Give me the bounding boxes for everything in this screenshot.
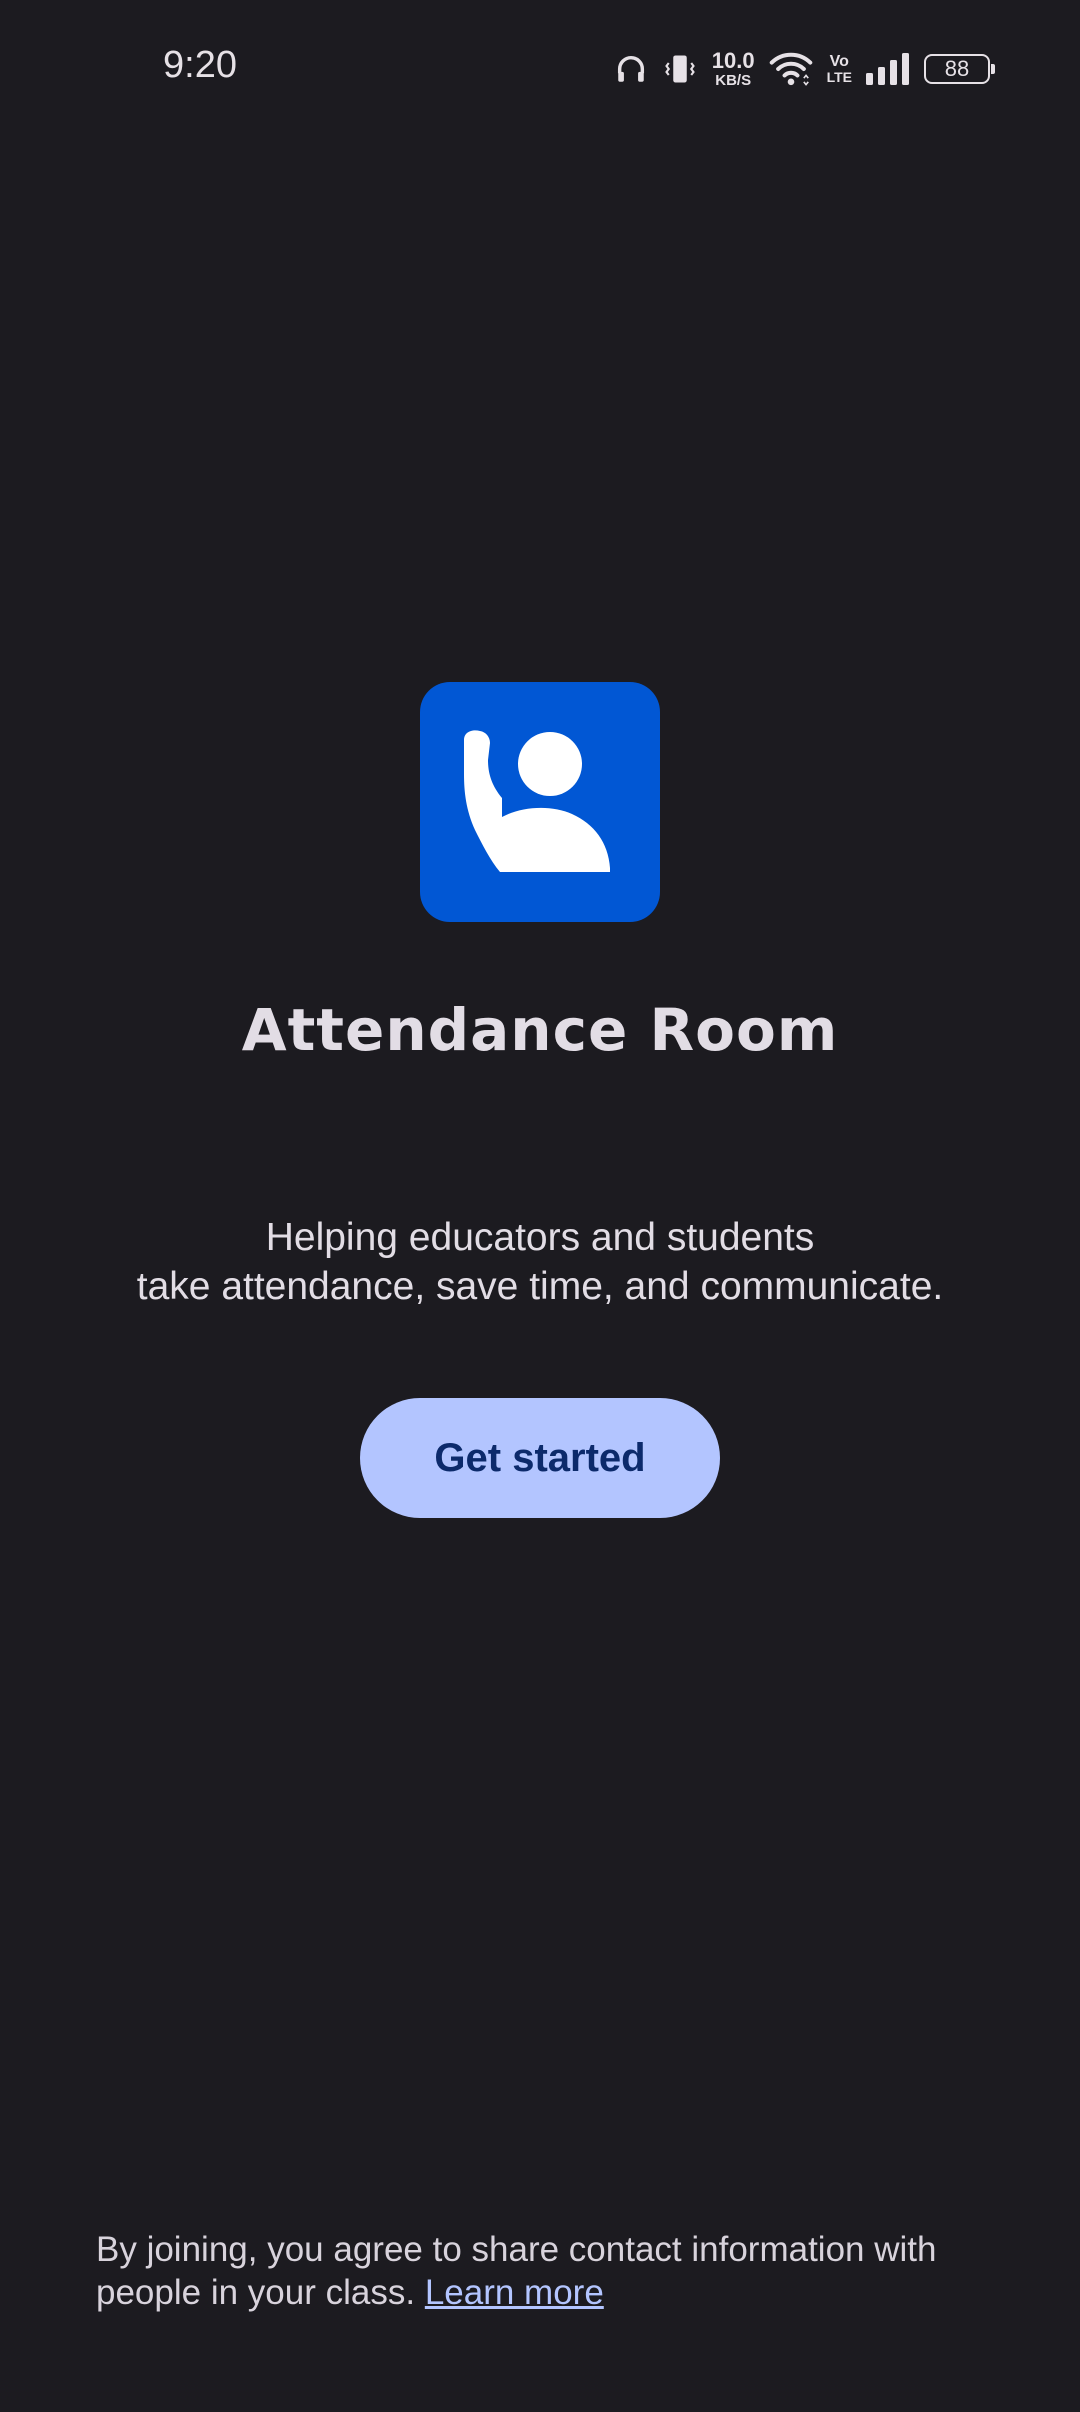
consent-footer: By joining, you agree to share contact i…: [96, 2228, 996, 2314]
headphones-icon: [614, 52, 648, 86]
volte-bottom: LTE: [826, 69, 852, 85]
app-title: Attendance Room: [241, 996, 839, 1064]
network-speed: 10.0 KB/S: [711, 48, 755, 89]
status-bar: 9:20 10.0 KB/S Vo LTE 88: [0, 0, 1080, 140]
onboarding-screen: 9:20 10.0 KB/S Vo LTE 88 Attendance Room…: [0, 0, 1080, 2412]
tagline: Helping educators and students take atte…: [0, 1213, 1080, 1311]
wifi-icon: [769, 50, 813, 88]
battery-icon: 88: [924, 54, 995, 84]
learn-more-link[interactable]: Learn more: [425, 2273, 604, 2312]
get-started-button[interactable]: Get started: [360, 1398, 720, 1518]
signal-icon: [866, 53, 910, 85]
status-icons: 10.0 KB/S Vo LTE 88: [614, 48, 995, 90]
tagline-line-2: take attendance, save time, and communic…: [136, 1265, 944, 1308]
battery-level: 88: [944, 56, 970, 81]
raised-hand-person-icon: [464, 730, 610, 872]
network-speed-value: 10.0: [711, 48, 755, 73]
vibrate-icon: [662, 51, 698, 87]
network-speed-unit: KB/S: [715, 72, 752, 89]
volte-indicator: Vo LTE: [826, 53, 852, 85]
tagline-line-1: Helping educators and students: [265, 1216, 815, 1259]
status-time: 9:20: [163, 44, 237, 86]
volte-top: Vo: [829, 53, 849, 70]
app-logo: [420, 682, 660, 922]
